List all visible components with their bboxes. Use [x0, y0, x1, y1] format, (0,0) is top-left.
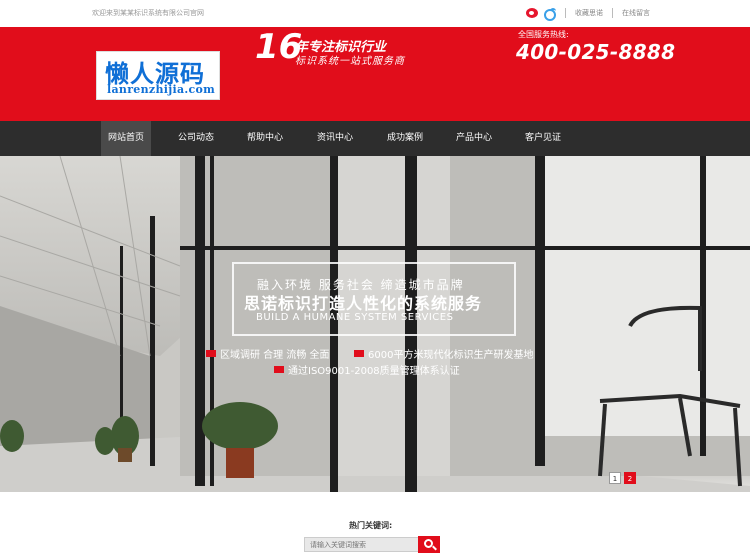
- search-icon: [423, 539, 433, 548]
- feature-item: 通过ISO9001-2008质量管理体系认证: [274, 362, 460, 377]
- slogan-subtitle: 标识系统一站式服务商: [295, 56, 405, 67]
- nav-products[interactable]: 产品中心: [449, 121, 499, 156]
- feature-item: 6000平方米现代化标识生产研发基地: [354, 346, 533, 361]
- slide-pager-2[interactable]: 2: [624, 472, 636, 484]
- nav-testimonials[interactable]: 客户见证: [518, 121, 568, 156]
- welcome-text: 欢迎来到某某标识系统有限公司官网: [92, 9, 204, 17]
- logo-domain: lanrenzhijia.com: [107, 83, 216, 96]
- bullet-icon: [354, 350, 364, 357]
- bullet-icon: [206, 350, 216, 357]
- bookmark-link[interactable]: 收藏思诺: [575, 8, 603, 18]
- banner-english-subtitle: BUILD A HUMANE SYSTEM SERVICES: [256, 312, 454, 323]
- main-nav: 网站首页 公司动态 帮助中心 资讯中心 成功案例 产品中心 客户见证: [0, 121, 750, 156]
- feature-text: 区域调研 合理 流畅 全面: [220, 350, 330, 361]
- divider: [565, 8, 566, 18]
- hot-keywords-title: 热门关键词:: [349, 521, 393, 530]
- feature-item: 区域调研 合理 流畅 全面: [206, 346, 330, 361]
- weibo-icon[interactable]: [526, 8, 538, 18]
- feature-text: 通过ISO9001-2008质量管理体系认证: [288, 366, 460, 377]
- divider: [612, 8, 613, 18]
- nav-news-center[interactable]: 资讯中心: [310, 121, 360, 156]
- nav-home[interactable]: 网站首页: [101, 121, 151, 156]
- nav-help-center[interactable]: 帮助中心: [240, 121, 290, 156]
- bullet-icon: [274, 366, 284, 373]
- top-links: 收藏思诺 在线留言: [526, 6, 650, 21]
- nav-company-news[interactable]: 公司动态: [171, 121, 221, 156]
- banner-headline: 思诺标识打造人性化的系统服务: [244, 294, 483, 313]
- search-button[interactable]: [418, 536, 440, 553]
- hotline-number: 400-025-8888: [516, 40, 676, 64]
- site-logo[interactable]: 懒人源码 lanrenzhijia.com: [96, 51, 220, 100]
- feature-text: 6000平方米现代化标识生产研发基地: [368, 350, 534, 361]
- nav-cases[interactable]: 成功案例: [380, 121, 430, 156]
- hero-banner[interactable]: 融入环境 服务社会 缔造城市品牌 思诺标识打造人性化的系统服务 BUILD A …: [0, 156, 750, 492]
- top-bar: 欢迎来到某某标识系统有限公司官网 收藏思诺 在线留言: [0, 0, 750, 27]
- search-input[interactable]: [304, 537, 420, 552]
- slide-pager-1[interactable]: 1: [609, 472, 621, 484]
- tencent-weibo-icon[interactable]: [544, 8, 556, 21]
- online-message-link[interactable]: 在线留言: [622, 8, 650, 18]
- hotline-label: 全国服务热线:: [518, 30, 569, 39]
